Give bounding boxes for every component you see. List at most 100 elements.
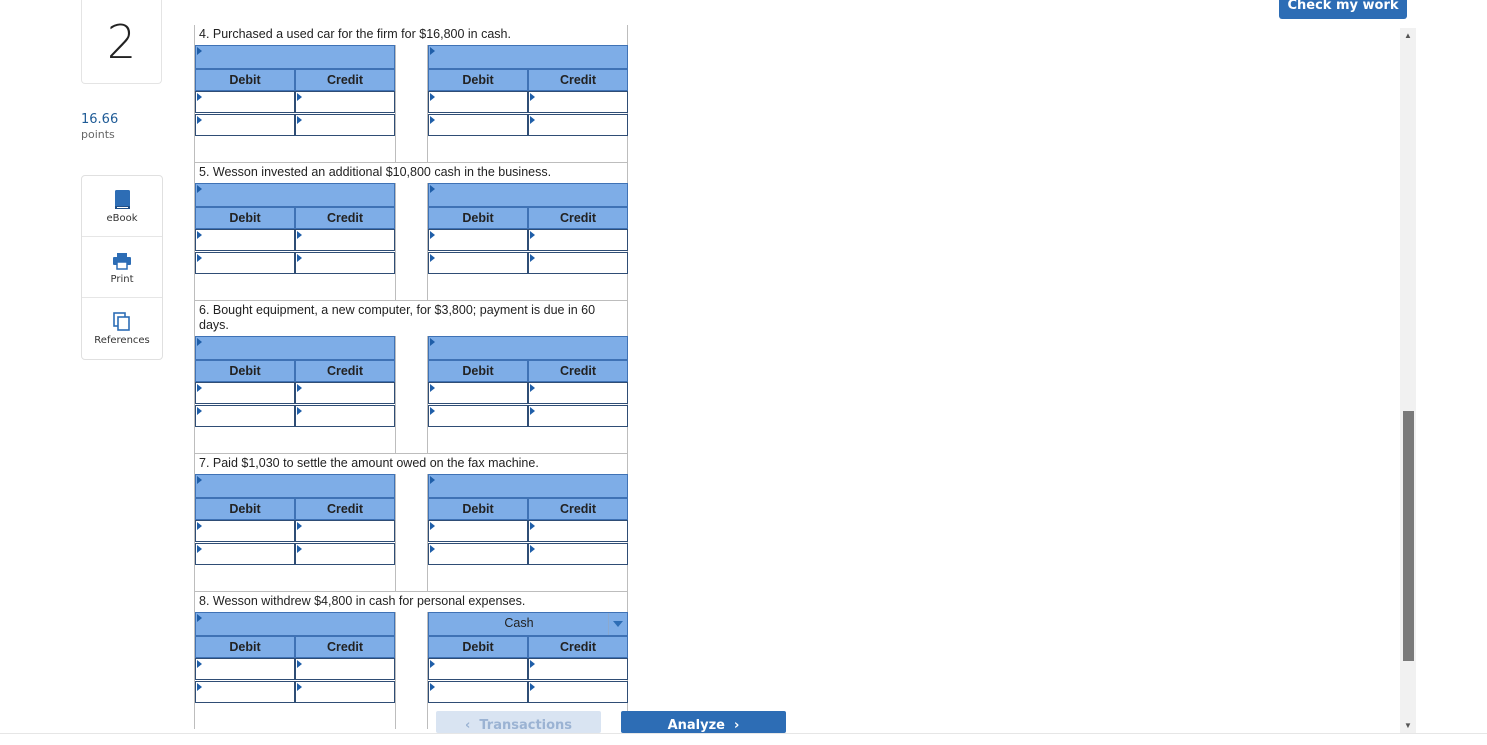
debit-amount-input[interactable] (428, 520, 528, 542)
cell-marker-icon (197, 338, 202, 346)
credit-amount-input[interactable] (528, 405, 628, 427)
account-select[interactable] (195, 336, 395, 360)
debit-column-header: Debit (428, 207, 528, 229)
debit-amount-input[interactable] (428, 543, 528, 565)
debit-amount-input[interactable] (195, 405, 295, 427)
debit-column-header: Debit (195, 207, 295, 229)
debit-amount-input[interactable] (195, 658, 295, 680)
debit-amount-input[interactable] (195, 91, 295, 113)
credit-amount-input[interactable] (528, 114, 628, 136)
credit-amount-input[interactable] (295, 681, 395, 703)
debit-amount-input[interactable] (195, 252, 295, 274)
credit-column-header: Credit (295, 69, 395, 91)
credit-amount-input[interactable] (528, 681, 628, 703)
cell-marker-icon (530, 660, 535, 668)
debit-amount-input[interactable] (195, 114, 295, 136)
credit-amount-input[interactable] (295, 405, 395, 427)
check-my-work-button[interactable]: Check my work (1279, 0, 1407, 19)
cell-marker-icon (297, 254, 302, 262)
cell-marker-icon (297, 683, 302, 691)
cell-marker-icon (197, 47, 202, 55)
cell-marker-icon (530, 683, 535, 691)
account-select[interactable] (195, 612, 395, 636)
cell-marker-icon (430, 476, 435, 484)
cell-marker-icon (297, 116, 302, 124)
credit-amount-input[interactable] (528, 91, 628, 113)
ebook-button[interactable]: eBook (82, 176, 162, 237)
prev-transactions-button[interactable]: ‹ Transactions (436, 711, 601, 733)
debit-amount-input[interactable] (428, 405, 528, 427)
credit-amount-input[interactable] (295, 382, 395, 404)
debit-amount-input[interactable] (428, 382, 528, 404)
credit-amount-input[interactable] (295, 252, 395, 274)
print-label: Print (110, 273, 134, 285)
cell-marker-icon (530, 93, 535, 101)
debit-column-header: Debit (195, 636, 295, 658)
cell-marker-icon (430, 93, 435, 101)
cell-marker-icon (197, 522, 202, 530)
credit-column-header: Credit (295, 636, 395, 658)
credit-amount-input[interactable] (295, 91, 395, 113)
debit-amount-input[interactable] (195, 520, 295, 542)
debit-amount-input[interactable] (428, 681, 528, 703)
cell-marker-icon (197, 116, 202, 124)
entry-description: 6. Bought equipment, a new computer, for… (194, 300, 628, 336)
entry-grid: Debit Credit Debit Credit (194, 183, 628, 300)
journal-entries: 4. Purchased a used car for the firm for… (194, 25, 628, 729)
scroll-down-icon[interactable]: ▼ (1400, 718, 1416, 732)
account-select[interactable] (428, 336, 628, 360)
cell-marker-icon (197, 384, 202, 392)
references-label: References (94, 335, 150, 346)
cell-marker-icon (197, 683, 202, 691)
credit-amount-input[interactable] (528, 252, 628, 274)
journal-entry: 8. Wesson withdrew $4,800 in cash for pe… (194, 591, 628, 729)
cell-marker-icon (430, 116, 435, 124)
account-select[interactable]: Cash (428, 612, 628, 636)
debit-amount-input[interactable] (428, 114, 528, 136)
cell-marker-icon (297, 407, 302, 415)
debit-amount-input[interactable] (428, 658, 528, 680)
cell-marker-icon (197, 660, 202, 668)
debit-amount-input[interactable] (428, 229, 528, 251)
credit-amount-input[interactable] (295, 543, 395, 565)
credit-amount-input[interactable] (295, 658, 395, 680)
credit-amount-input[interactable] (528, 520, 628, 542)
credit-amount-input[interactable] (528, 229, 628, 251)
debit-amount-input[interactable] (195, 543, 295, 565)
credit-amount-input[interactable] (528, 382, 628, 404)
account-select[interactable] (195, 474, 395, 498)
credit-amount-input[interactable] (528, 658, 628, 680)
copy-icon (113, 311, 131, 333)
account-select[interactable] (195, 183, 395, 207)
account-select[interactable] (195, 45, 395, 69)
cell-marker-icon (430, 407, 435, 415)
scroll-up-icon[interactable]: ▲ (1400, 28, 1416, 42)
chevron-down-icon[interactable] (608, 613, 627, 635)
credit-amount-input[interactable] (528, 543, 628, 565)
credit-amount-input[interactable] (295, 520, 395, 542)
credit-amount-input[interactable] (295, 229, 395, 251)
credit-column-header: Credit (528, 498, 628, 520)
credit-amount-input[interactable] (295, 114, 395, 136)
points-value: 16.66 (81, 112, 119, 127)
debit-amount-input[interactable] (195, 382, 295, 404)
account-select[interactable] (428, 183, 628, 207)
account-select[interactable] (428, 45, 628, 69)
account-select[interactable] (428, 474, 628, 498)
next-analyze-button[interactable]: Analyze › (621, 711, 786, 733)
debit-amount-input[interactable] (195, 229, 295, 251)
credit-column-header: Credit (295, 498, 395, 520)
next-label: Analyze (667, 718, 725, 733)
debit-amount-input[interactable] (195, 681, 295, 703)
credit-column-header: Credit (295, 207, 395, 229)
debit-amount-input[interactable] (428, 252, 528, 274)
scrollbar-thumb[interactable] (1403, 411, 1414, 661)
cell-marker-icon (430, 660, 435, 668)
debit-amount-input[interactable] (428, 91, 528, 113)
cell-marker-icon (197, 93, 202, 101)
ebook-label: eBook (106, 212, 138, 224)
book-icon (114, 189, 131, 211)
cell-marker-icon (197, 231, 202, 239)
references-button[interactable]: References (82, 298, 162, 359)
print-button[interactable]: Print (82, 237, 162, 298)
